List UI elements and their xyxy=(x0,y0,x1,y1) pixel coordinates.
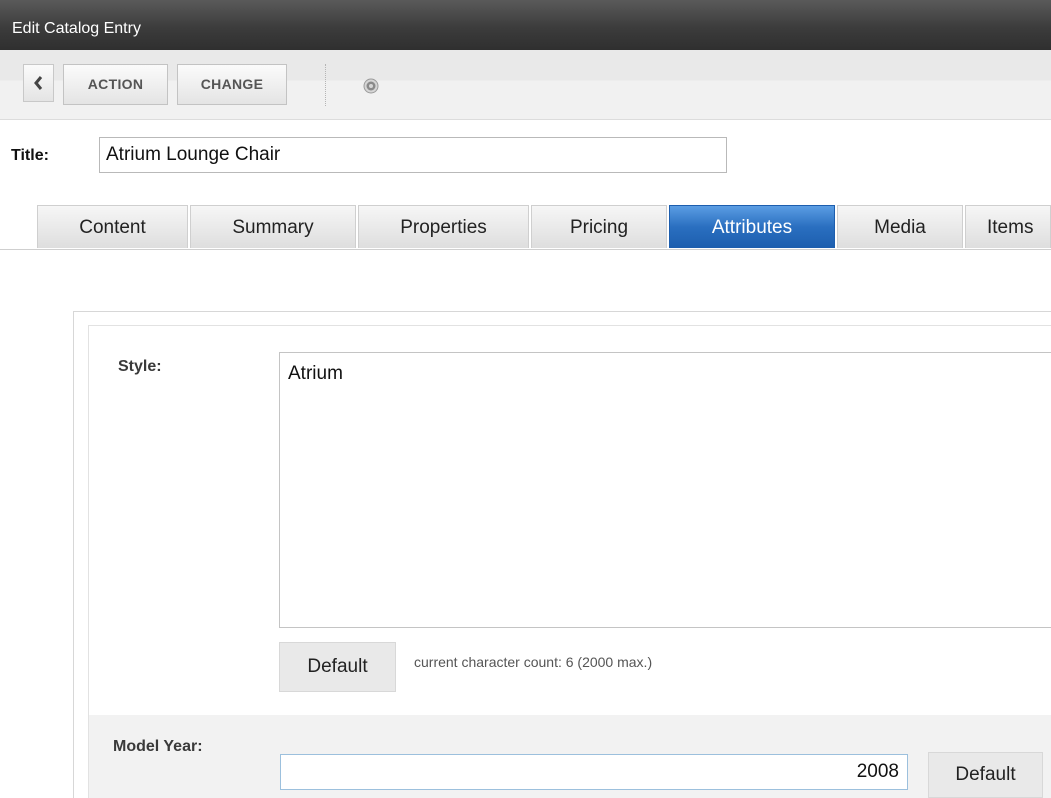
back-button[interactable] xyxy=(23,64,54,102)
tab-properties[interactable]: Properties xyxy=(358,205,529,248)
style-default-button[interactable]: Default xyxy=(279,642,396,692)
window-title: Edit Catalog Entry xyxy=(12,20,141,37)
style-textarea[interactable]: Atrium xyxy=(279,352,1051,628)
chevron-left-icon xyxy=(34,76,43,90)
title-label: Title: xyxy=(11,147,49,164)
title-input[interactable] xyxy=(99,137,727,173)
tab-attributes[interactable]: Attributes xyxy=(669,205,835,248)
tab-media[interactable]: Media xyxy=(837,205,963,248)
toolbar: ACTION CHANGE xyxy=(0,50,1051,120)
change-button[interactable]: CHANGE xyxy=(177,64,287,105)
tab-bar: Content Summary Properties Pricing Attri… xyxy=(0,205,1051,250)
tab-summary[interactable]: Summary xyxy=(190,205,356,248)
model-year-input[interactable] xyxy=(280,754,908,790)
help-icon[interactable] xyxy=(363,78,379,94)
action-button[interactable]: ACTION xyxy=(63,64,168,105)
character-count: current character count: 6 (2000 max.) xyxy=(414,654,653,670)
window-titlebar: Edit Catalog Entry xyxy=(0,0,1051,50)
toolbar-divider xyxy=(325,64,326,106)
tab-items[interactable]: Items xyxy=(965,205,1051,248)
tab-content[interactable]: Content xyxy=(37,205,188,248)
model-year-default-button[interactable]: Default xyxy=(928,752,1043,798)
tab-pricing[interactable]: Pricing xyxy=(531,205,667,248)
style-label: Style: xyxy=(118,358,162,375)
model-year-label: Model Year: xyxy=(113,738,203,755)
